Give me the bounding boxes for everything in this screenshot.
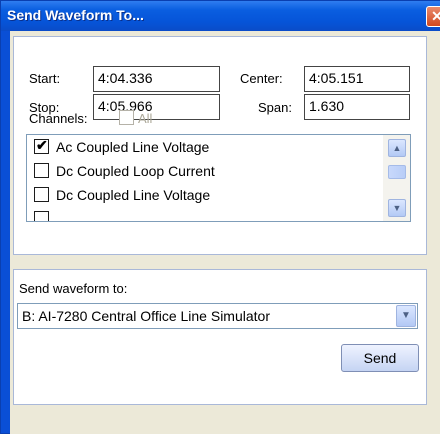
send-waveform-dialog: Send Waveform To... ✕ Start: 4:04.336 Ce… <box>0 0 440 434</box>
start-field[interactable]: 4:04.336 <box>93 66 220 92</box>
list-item[interactable]: Dc Coupled Line Voltage <box>27 183 382 207</box>
send-button[interactable]: Send <box>341 344 419 372</box>
close-icon[interactable]: ✕ <box>426 6 440 27</box>
scroll-thumb[interactable] <box>388 165 406 179</box>
span-label: Span: <box>258 100 292 115</box>
channel-label: Dc Coupled Loop Current <box>56 163 215 179</box>
list-item[interactable] <box>27 207 382 221</box>
list-scrollbar[interactable]: ▲ ▼ <box>383 135 410 221</box>
channel-checkbox[interactable] <box>34 163 49 178</box>
all-channels-checkbox[interactable] <box>119 110 134 125</box>
window-title: Send Waveform To... <box>7 7 144 23</box>
channel-label: Ac Coupled Line Voltage <box>56 139 210 155</box>
scroll-up-icon[interactable]: ▲ <box>388 139 406 157</box>
title-bar[interactable]: Send Waveform To... ✕ <box>1 1 440 31</box>
channel-label: Dc Coupled Line Voltage <box>56 187 211 203</box>
check-icon: ✔ <box>36 137 48 153</box>
channels-label: Channels: <box>29 111 88 126</box>
send-to-label: Send waveform to: <box>19 281 128 296</box>
list-item[interactable]: Dc Coupled Loop Current <box>27 159 382 183</box>
start-label: Start: <box>29 71 61 86</box>
destination-value: B: AI-7280 Central Office Line Simulator <box>22 308 270 324</box>
center-field[interactable]: 4:05.151 <box>304 66 410 92</box>
all-channels-label: All <box>138 111 153 126</box>
dialog-body: Start: 4:04.336 Center: 4:05.151 Stop: 4… <box>10 31 440 434</box>
span-field[interactable]: 1.630 <box>304 94 410 120</box>
channel-checkbox[interactable]: ✔ <box>34 137 49 154</box>
destination-select[interactable]: B: AI-7280 Central Office Line Simulator… <box>17 303 418 329</box>
channel-checkbox[interactable] <box>34 187 49 202</box>
channels-list[interactable]: ✔ Ac Coupled Line Voltage Dc Coupled Loo… <box>26 134 411 222</box>
channel-checkbox[interactable] <box>34 211 49 221</box>
stop-field[interactable]: 4:05.966 <box>93 94 220 120</box>
scroll-down-icon[interactable]: ▼ <box>388 199 406 217</box>
center-label: Center: <box>240 71 283 86</box>
chevron-down-icon[interactable]: ▼ <box>396 305 416 327</box>
list-item[interactable]: ✔ Ac Coupled Line Voltage <box>27 135 382 159</box>
